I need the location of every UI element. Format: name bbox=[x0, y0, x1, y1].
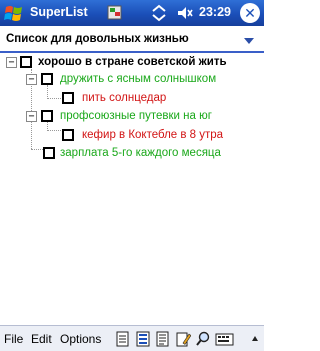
dropdown-arrow-icon[interactable] bbox=[244, 38, 254, 44]
menu-options[interactable]: Options bbox=[60, 332, 101, 346]
item-checkbox[interactable] bbox=[43, 147, 55, 159]
list-selector[interactable]: Список для довольных жизнью bbox=[0, 27, 264, 53]
search-icon[interactable] bbox=[195, 330, 211, 348]
volume-icon[interactable] bbox=[176, 3, 194, 23]
item-label: зарплата 5-го каждого месяца bbox=[60, 147, 221, 159]
tree-item[interactable]: − дружить с ясным солнышком bbox=[0, 71, 264, 91]
item-checkbox[interactable] bbox=[41, 110, 53, 122]
menu-edit[interactable]: Edit bbox=[31, 332, 52, 346]
tree-item[interactable]: зарплата 5-го каждого месяца bbox=[0, 145, 264, 165]
item-checkbox[interactable] bbox=[20, 56, 32, 68]
item-checkbox[interactable] bbox=[41, 73, 53, 85]
title-bar: SuperList 23:29 ✕ bbox=[0, 0, 264, 26]
start-menu-button[interactable] bbox=[4, 4, 24, 22]
close-button[interactable]: ✕ bbox=[240, 3, 260, 23]
list-view-icon[interactable] bbox=[135, 330, 151, 348]
connectivity-icon[interactable] bbox=[150, 3, 168, 23]
new-item-icon[interactable] bbox=[115, 330, 131, 348]
item-label: хорошо в стране советской жить bbox=[38, 56, 227, 68]
edit-pencil-icon[interactable] bbox=[175, 330, 192, 348]
app-title: SuperList bbox=[30, 5, 88, 19]
menu-bar: File Edit Options bbox=[0, 325, 264, 351]
collapse-toggle[interactable]: − bbox=[26, 74, 37, 85]
task-tree: − хорошо в стране советской жить − дружи… bbox=[0, 54, 264, 324]
tree-item[interactable]: пить солнцедар bbox=[0, 90, 264, 110]
document-icon[interactable] bbox=[155, 330, 171, 348]
keyboard-icon[interactable] bbox=[215, 330, 234, 348]
item-checkbox[interactable] bbox=[62, 92, 74, 104]
input-panel-arrow-icon[interactable] bbox=[250, 330, 260, 348]
close-icon: ✕ bbox=[244, 5, 256, 21]
app-status-icon[interactable] bbox=[106, 3, 124, 23]
item-label: дружить с ясным солнышком bbox=[60, 73, 217, 85]
item-label: кефир в Коктебле в 8 утра bbox=[82, 129, 224, 141]
clock-time[interactable]: 23:29 bbox=[199, 5, 231, 19]
collapse-toggle[interactable]: − bbox=[26, 111, 37, 122]
list-selector-value: Список для довольных жизнью bbox=[6, 33, 189, 45]
item-checkbox[interactable] bbox=[62, 129, 74, 141]
item-label: пить солнцедар bbox=[82, 92, 167, 104]
collapse-toggle[interactable]: − bbox=[6, 57, 17, 68]
windows-flag-icon bbox=[4, 6, 22, 21]
tree-item[interactable]: кефир в Коктебле в 8 утра bbox=[0, 127, 264, 147]
item-label: профсоюзные путевки на юг bbox=[60, 110, 212, 122]
status-area: 23:29 bbox=[106, 3, 231, 23]
tree-item[interactable]: − профсоюзные путевки на юг bbox=[0, 108, 264, 128]
menu-file[interactable]: File bbox=[4, 332, 23, 346]
